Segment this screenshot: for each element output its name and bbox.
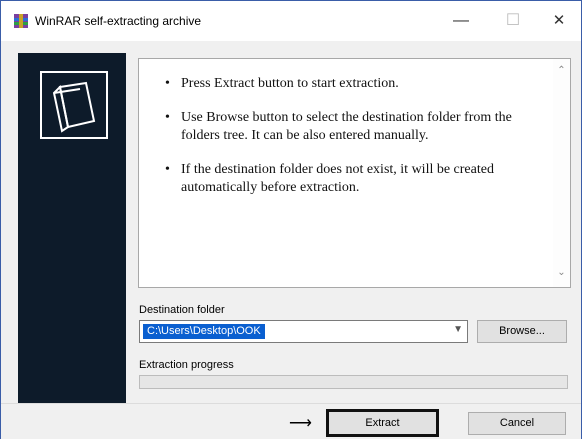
instructions-panel: Press Extract button to start extraction… [138, 58, 571, 288]
cancel-button[interactable]: Cancel [468, 412, 566, 435]
extract-button[interactable]: Extract [326, 409, 439, 437]
archive-logo-icon [40, 71, 108, 139]
maximize-icon[interactable]: ☐ [493, 7, 533, 35]
destination-folder-combo[interactable]: C:\Users\Desktop\OOK ▼ [139, 320, 468, 343]
destination-folder-label: Destination folder [139, 304, 225, 316]
instruction-item: If the destination folder does not exist… [159, 161, 539, 197]
instructions-list: Press Extract button to start extraction… [159, 75, 539, 213]
arrow-pointer-icon: ⟶ [289, 415, 312, 432]
browse-button[interactable]: Browse... [477, 320, 567, 343]
sfx-window: WinRAR self-extracting archive — ☐ ✕ Pre… [0, 0, 582, 439]
title-bar[interactable]: WinRAR self-extracting archive — ☐ ✕ [1, 1, 581, 41]
scroll-up-icon[interactable]: ⌃ [553, 63, 570, 79]
chevron-down-icon[interactable]: ▼ [453, 324, 463, 335]
scroll-down-icon[interactable]: ⌄ [553, 265, 570, 281]
close-icon[interactable]: ✕ [539, 7, 579, 35]
sidebar-panel [18, 53, 126, 412]
minimize-icon[interactable]: — [441, 7, 481, 35]
instruction-item: Use Browse button to select the destinat… [159, 109, 539, 145]
destination-folder-value[interactable]: C:\Users\Desktop\OOK [143, 324, 265, 339]
extraction-progress-label: Extraction progress [139, 359, 234, 371]
winrar-icon [14, 14, 28, 28]
extraction-progress-bar [139, 375, 568, 389]
window-title: WinRAR self-extracting archive [35, 14, 202, 28]
instruction-item: Press Extract button to start extraction… [159, 75, 539, 93]
vertical-scrollbar[interactable]: ⌃ ⌄ [553, 59, 570, 287]
